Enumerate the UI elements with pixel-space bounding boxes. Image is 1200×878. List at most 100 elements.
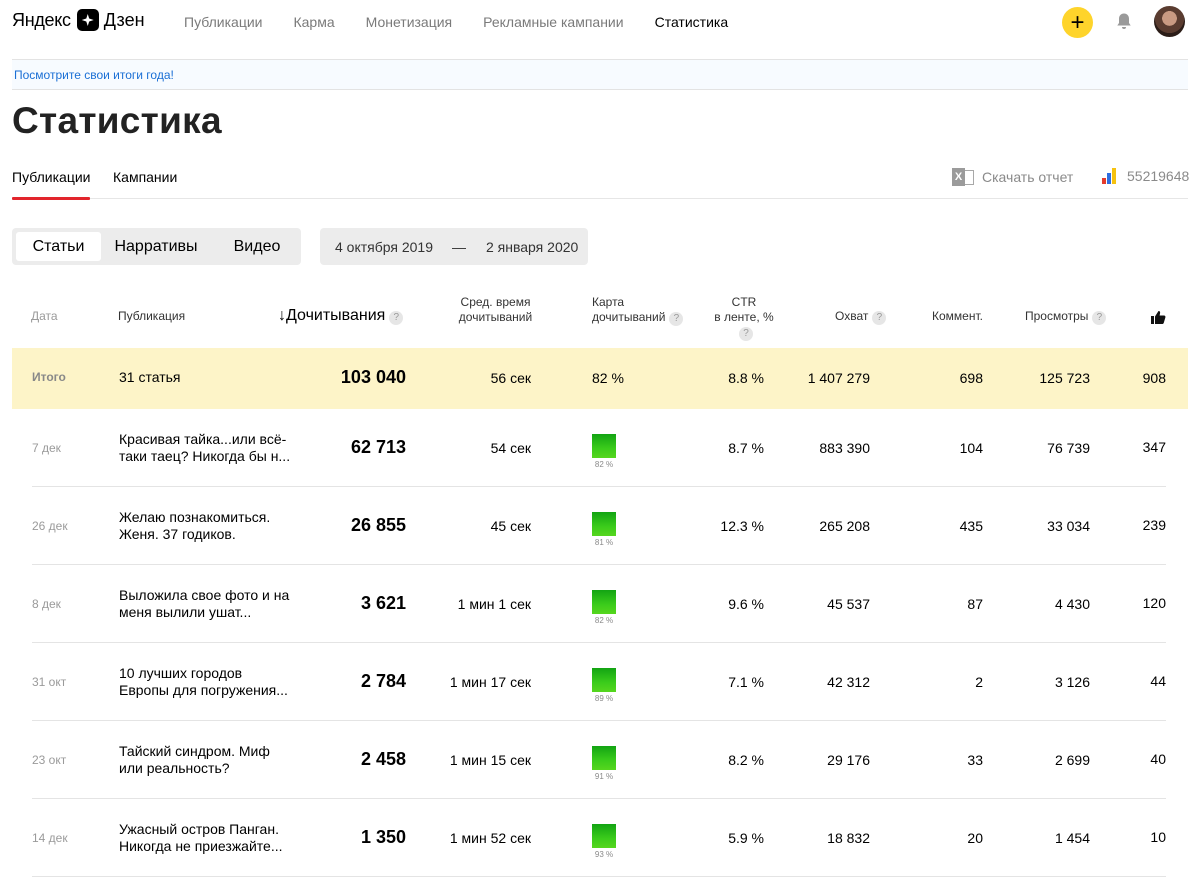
read-map-bar [592,746,616,770]
row-read-map[interactable]: 93 % [592,824,616,859]
row-comments: 33 [967,752,983,768]
main-nav: Публикации Карма Монетизация Рекламные к… [184,14,759,30]
row-views: 4 430 [1054,596,1090,612]
bell-icon[interactable] [1115,12,1133,30]
column-header-reads[interactable]: ↓Дочитывания? [278,308,404,325]
table-row[interactable]: 7 дек Красивая тайка...или всё-таки таец?… [12,409,1188,487]
tab-campaigns[interactable]: Кампании [113,169,177,185]
year-summary-banner[interactable]: Посмотрите свои итоги года! [12,59,1188,90]
column-header-ctr[interactable]: CTR в ленте, %? [706,295,782,341]
help-icon[interactable]: ? [389,311,404,325]
content-type-video[interactable]: Видео [220,232,294,261]
row-ctr: 8.7 % [728,440,764,456]
row-reads: 2 784 [360,671,406,691]
column-header-ctr-line2: в ленте, % [714,310,774,324]
read-map-bar [592,668,616,692]
row-reach: 29 176 [827,752,870,768]
row-publication-title[interactable]: Ужасный остров Панган. Никогда не приезж… [119,821,294,855]
content-type-articles[interactable]: Статьи [16,232,101,261]
row-divider [32,876,1166,877]
row-reads: 26 855 [350,515,406,535]
content-type-switcher: Статьи Нарративы Видео [12,228,301,265]
row-avg-time: 1 мин 17 сек [449,674,531,690]
excel-icon: X [952,168,974,186]
tab-publications[interactable]: Публикации [12,169,91,200]
metrica-id: 55219648 [1127,168,1190,184]
column-header-publication[interactable]: Публикация [118,309,185,324]
column-header-reach-label: Охват [835,309,869,323]
help-icon[interactable]: ? [872,311,887,325]
read-map-percent: 81 % [594,538,614,547]
year-summary-link[interactable]: Посмотрите свои итоги года! [14,68,174,82]
stats-tabs: Публикации Кампании X Скачать отчет 5521… [12,156,1189,200]
row-comments: 2 [975,674,983,690]
total-comments: 698 [959,370,983,386]
date-to: 2 января 2020 [486,239,579,255]
table-row[interactable]: 14 дек Ужасный остров Панган. Никогда не … [12,799,1188,877]
nav-item-publications[interactable]: Публикации [184,14,262,30]
thumbs-up-icon[interactable] [1151,310,1166,324]
metrica-icon [1102,168,1118,184]
help-icon[interactable]: ? [739,327,753,341]
avatar[interactable] [1154,6,1185,37]
nav-item-statistics[interactable]: Статистика [655,14,729,30]
row-publication-title[interactable]: Выложила свое фото и на меня вылили ушат… [119,587,294,621]
table-row[interactable]: 26 дек Желаю познакомиться. Женя. 37 годи… [12,487,1188,565]
table-row[interactable]: 31 окт 10 лучших городов Европы для погру… [12,643,1188,721]
column-header-read-map-line2: дочитываний [592,310,666,324]
row-publication-title[interactable]: Желаю познакомиться. Женя. 37 годиков. [119,509,294,543]
nav-item-karma[interactable]: Карма [293,14,334,30]
create-button[interactable]: + [1062,7,1093,38]
column-header-reach[interactable]: Охват? [835,309,887,325]
row-reach: 45 537 [827,596,870,612]
row-views: 33 034 [1047,518,1090,534]
plus-icon: + [1070,8,1085,36]
row-read-map[interactable]: 82 % [592,590,616,625]
table-row[interactable]: 8 дек Выложила свое фото и на меня вылили… [12,565,1188,643]
row-avg-time: 1 мин 52 сек [449,830,531,846]
total-label: Итого [32,370,66,384]
column-header-read-map[interactable]: Карта дочитываний? [592,295,684,326]
column-header-avg-time[interactable]: Сред. время дочитываний [458,295,533,325]
row-publication-title[interactable]: Красивая тайка...или всё-таки таец? Нико… [119,431,294,465]
download-report-button[interactable]: X Скачать отчет [952,168,1073,186]
column-header-ctr-line1: CTR [731,295,757,309]
total-likes: 908 [1142,370,1166,386]
read-map-bar [592,434,616,458]
row-views: 3 126 [1054,674,1090,690]
column-header-views[interactable]: Просмотры? [1025,309,1107,325]
total-read-map: 82 % [592,370,624,386]
metrica-counter-link[interactable]: 55219648 [1102,168,1189,184]
row-read-map[interactable]: 91 % [592,746,616,781]
column-header-avg-time-line1: Сред. время [460,295,531,309]
total-reach: 1 407 279 [807,370,870,386]
row-read-map[interactable]: 89 % [592,668,616,703]
date-range-picker[interactable]: 4 октября 2019 — 2 января 2020 [320,228,588,265]
total-publications-count: 31 статья [119,369,181,385]
nav-item-monetization[interactable]: Монетизация [366,14,453,30]
column-header-avg-time-line2: дочитываний [458,310,533,324]
row-comments: 435 [959,518,983,534]
help-icon[interactable]: ? [1092,311,1107,325]
read-map-bar [592,824,616,848]
row-reach: 18 832 [827,830,870,846]
row-read-map[interactable]: 82 % [592,434,616,469]
nav-item-ad-campaigns[interactable]: Рекламные кампании [483,14,623,30]
row-publication-title[interactable]: Тайский синдром. Миф или реальность? [119,743,294,777]
total-avg-time: 56 сек [490,370,531,386]
download-report-label: Скачать отчет [982,169,1074,185]
row-date: 7 дек [32,441,61,455]
logo-text-yandex: Яндекс [12,9,71,30]
column-header-date[interactable]: Дата [31,309,58,324]
yandex-zen-logo[interactable]: Яндекс Дзен [12,9,145,31]
total-views: 125 723 [1039,370,1090,386]
table-row[interactable]: 23 окт Тайский синдром. Миф или реальност… [12,721,1188,799]
column-header-comments[interactable]: Коммент. [932,309,983,324]
content-type-narratives[interactable]: Нарративы [106,232,206,261]
row-reads: 1 350 [360,827,406,847]
help-icon[interactable]: ? [669,312,684,326]
read-map-bar [592,590,616,614]
page-title: Статистика [12,100,222,141]
row-publication-title[interactable]: 10 лучших городов Европы для погружения.… [119,665,294,699]
row-read-map[interactable]: 81 % [592,512,616,547]
